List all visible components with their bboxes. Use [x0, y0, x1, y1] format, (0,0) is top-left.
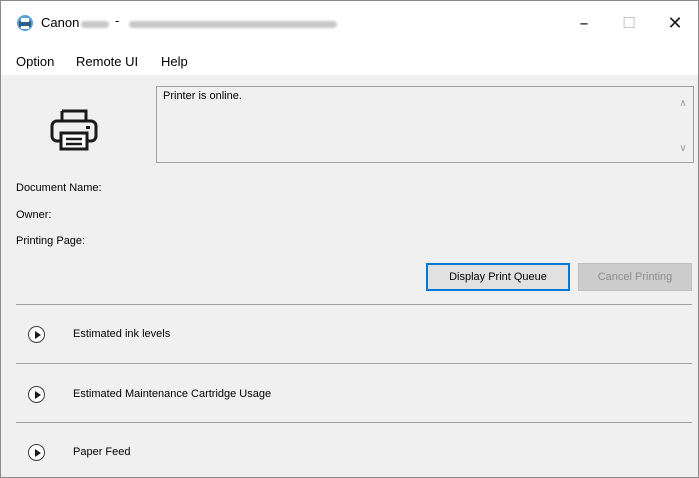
close-button[interactable]: ✕ [652, 1, 698, 45]
display-print-queue-button[interactable]: Display Print Queue [426, 263, 570, 291]
printing-page-label: Printing Page: [16, 235, 86, 247]
menu-option[interactable]: Option [16, 54, 54, 69]
section-maintenance-cartridge-usage[interactable]: Estimated Maintenance Cartridge Usage [16, 378, 692, 412]
title-bar[interactable]: Canon - – ☐ ✕ [1, 1, 698, 45]
maximize-button[interactable]: ☐ [606, 1, 652, 45]
main-panel: Printer is online. ∧ ∨ Document Name: Ow… [1, 75, 698, 477]
section-label: Paper Feed [73, 446, 131, 458]
redacted-model-name [81, 21, 109, 28]
document-name-label: Document Name: [16, 182, 102, 194]
menu-help[interactable]: Help [161, 54, 188, 69]
section-paper-feed[interactable]: Paper Feed [16, 436, 692, 470]
status-message-box[interactable]: Printer is online. ∧ ∨ [156, 86, 694, 163]
section-label: Estimated Maintenance Cartridge Usage [73, 388, 272, 400]
minimize-icon: – [579, 12, 589, 34]
expand-arrow-icon[interactable] [28, 326, 45, 343]
window-title: Canon [41, 15, 80, 30]
section-divider [16, 422, 692, 423]
section-estimated-ink-levels[interactable]: Estimated ink levels [16, 318, 692, 352]
minimize-button[interactable]: – [561, 1, 607, 45]
scroll-down-icon[interactable]: ∨ [677, 142, 689, 154]
maximize-icon: ☐ [622, 14, 636, 32]
section-divider [16, 363, 692, 364]
section-label: Estimated ink levels [73, 328, 171, 340]
printer-status-window: Canon - – ☐ ✕ Option Remote UI Help Prin… [0, 0, 699, 478]
redacted-printer-name [129, 21, 337, 28]
cancel-printing-button[interactable]: Cancel Printing [578, 263, 692, 291]
owner-label: Owner: [16, 209, 52, 221]
scroll-up-icon[interactable]: ∧ [677, 97, 689, 109]
menu-bar: Option Remote UI Help [1, 45, 698, 75]
menu-remote-ui[interactable]: Remote UI [76, 54, 138, 69]
canon-app-icon [17, 15, 33, 31]
status-message: Printer is online. [163, 90, 242, 102]
expand-arrow-icon[interactable] [28, 386, 45, 403]
close-icon: ✕ [667, 12, 683, 34]
section-divider [16, 304, 692, 305]
expand-arrow-icon[interactable] [28, 444, 45, 461]
title-separator: - [115, 13, 120, 28]
printer-icon [50, 109, 98, 151]
